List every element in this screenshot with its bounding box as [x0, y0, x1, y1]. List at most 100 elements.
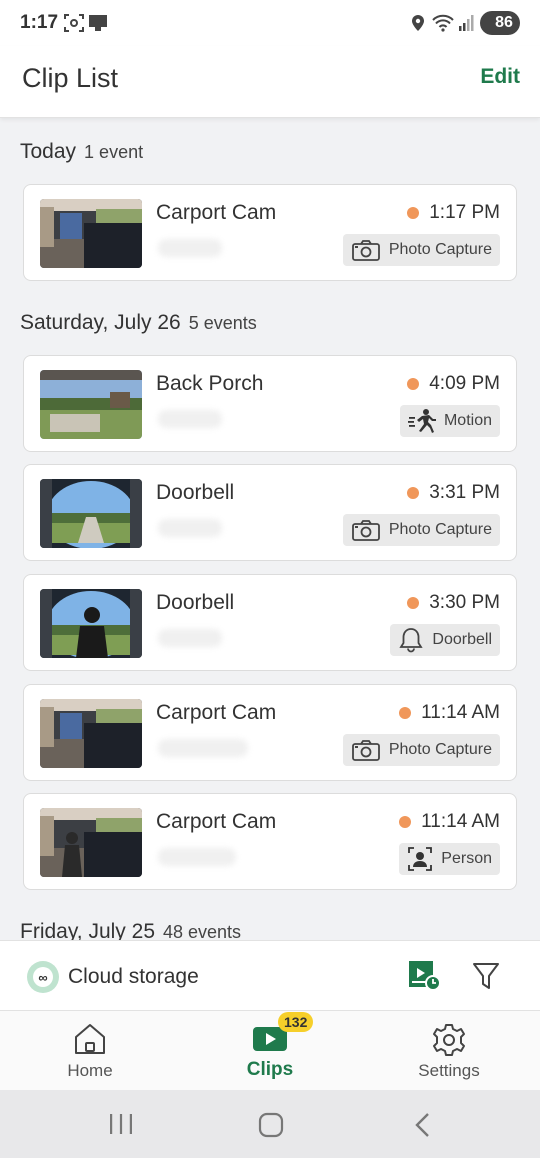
clip-list[interactable]: Today 1 event Carport Cam 1:17 PM Photo … — [0, 118, 540, 940]
event-tag: Doorbell — [390, 624, 500, 656]
infinity-icon: ∞ — [27, 961, 59, 993]
back-icon[interactable] — [412, 1112, 434, 1138]
battery-level: 86 — [495, 14, 513, 31]
cloud-storage-label: Cloud storage — [68, 965, 199, 988]
clip-thumbnail — [40, 699, 142, 768]
camera-name: Doorbell — [156, 481, 235, 504]
clip-time: 3:31 PM — [407, 482, 500, 504]
clip-time: 11:14 AM — [399, 811, 500, 833]
event-tag: Motion — [399, 405, 500, 437]
tab-clips[interactable]: 132 Clips — [210, 1011, 330, 1091]
camera-name: Back Porch — [156, 372, 264, 395]
signal-icon — [459, 15, 474, 31]
gear-icon — [433, 1024, 465, 1056]
group-header: Friday, July 25 48 events — [20, 920, 241, 940]
camera-icon — [351, 740, 380, 761]
event-tag-label: Photo Capture — [388, 741, 492, 758]
group-title: Friday, July 25 — [20, 920, 155, 940]
status-bar: 1:17 86 — [0, 0, 540, 46]
blurred-detail — [158, 848, 236, 866]
motion-icon — [407, 409, 436, 433]
camera-icon — [351, 520, 380, 541]
tab-home[interactable]: Home — [30, 1011, 150, 1091]
clip-time-label: 11:14 AM — [421, 702, 500, 723]
app-header: Clip List Edit — [0, 46, 540, 118]
clip-card[interactable]: Doorbell 3:31 PM Photo Capture — [23, 464, 517, 561]
event-tag-label: Motion — [443, 412, 492, 429]
event-tag-label: Person — [441, 850, 492, 867]
group-count: 48 events — [163, 922, 242, 940]
home-button-icon[interactable] — [258, 1112, 284, 1138]
group-count: 5 events — [188, 313, 257, 333]
battery-indicator: 86 — [480, 11, 520, 35]
schedule-clip-icon[interactable] — [408, 959, 442, 991]
event-tag-label: Photo Capture — [388, 521, 492, 538]
filter-icon[interactable] — [472, 961, 500, 991]
event-tag: Person — [399, 843, 500, 875]
event-tag: Photo Capture — [342, 514, 500, 546]
wifi-icon — [432, 14, 454, 32]
person-icon — [408, 847, 433, 871]
system-nav-bar — [0, 1090, 540, 1158]
bottom-tab-bar: Home 132 Clips Settings — [0, 1010, 540, 1090]
clip-thumbnail — [40, 808, 142, 877]
page-title: Clip List — [22, 63, 119, 93]
group-count: 1 event — [84, 142, 144, 162]
clip-thumbnail — [40, 370, 142, 439]
event-dot — [399, 816, 412, 828]
camera-name: Carport Cam — [156, 810, 277, 833]
clips-count-badge: 132 — [278, 1012, 314, 1032]
event-dot — [399, 707, 412, 719]
tab-clips-label: Clips — [246, 1059, 294, 1080]
clip-time-label: 3:31 PM — [429, 482, 500, 503]
clip-time-label: 11:14 AM — [421, 811, 500, 832]
clip-card[interactable]: Back Porch 4:09 PM Motion — [23, 355, 517, 452]
clip-card[interactable]: Carport Cam 11:14 AM Person — [23, 793, 517, 890]
tab-settings[interactable]: Settings — [389, 1011, 509, 1091]
clip-card[interactable]: Doorbell 3:30 PM Doorbell — [23, 574, 517, 671]
clip-time: 11:14 AM — [399, 702, 500, 724]
camera-name: Carport Cam — [156, 201, 277, 224]
screenshot-icon — [64, 14, 84, 32]
tab-settings-label: Settings — [418, 1061, 480, 1080]
clip-card[interactable]: Carport Cam 11:14 AM Photo Capture — [23, 684, 517, 781]
blurred-detail — [158, 629, 222, 647]
event-tag-label: Photo Capture — [388, 241, 492, 258]
group-title: Saturday, July 26 — [20, 311, 181, 334]
home-icon — [75, 1024, 105, 1054]
edit-button[interactable]: Edit — [480, 65, 520, 89]
group-title: Today — [20, 140, 77, 163]
event-tag: Photo Capture — [342, 734, 500, 766]
tab-home-label: Home — [67, 1061, 113, 1080]
event-dot — [407, 487, 420, 499]
clip-thumbnail — [40, 589, 142, 658]
clip-time: 1:17 PM — [407, 202, 500, 224]
clip-thumbnail — [40, 199, 142, 268]
blurred-detail — [158, 519, 222, 537]
recents-icon[interactable] — [108, 1112, 134, 1136]
event-tag: Photo Capture — [342, 234, 500, 266]
event-dot — [407, 597, 420, 609]
camera-name: Doorbell — [156, 591, 235, 614]
clip-time: 4:09 PM — [407, 373, 500, 395]
clip-time-label: 1:17 PM — [429, 202, 500, 223]
blurred-detail — [158, 739, 248, 757]
clip-card[interactable]: Carport Cam 1:17 PM Photo Capture — [23, 184, 517, 281]
group-header: Saturday, July 26 5 events — [20, 311, 257, 335]
blurred-detail — [158, 410, 222, 428]
cloud-storage-bar[interactable]: ∞ Cloud storage — [0, 940, 540, 1010]
blurred-detail — [158, 239, 222, 257]
camera-name: Carport Cam — [156, 701, 277, 724]
event-dot — [407, 207, 420, 219]
cast-icon — [89, 15, 107, 31]
event-dot — [407, 378, 420, 390]
location-icon — [412, 15, 424, 31]
group-header: Today 1 event — [20, 140, 143, 164]
event-tag-label: Doorbell — [432, 631, 492, 648]
bell-icon — [399, 628, 424, 653]
camera-icon — [351, 240, 380, 261]
clip-time: 3:30 PM — [407, 592, 500, 614]
clip-time-label: 4:09 PM — [429, 373, 500, 394]
clip-time-label: 3:30 PM — [429, 592, 500, 613]
status-time: 1:17 — [20, 12, 59, 33]
